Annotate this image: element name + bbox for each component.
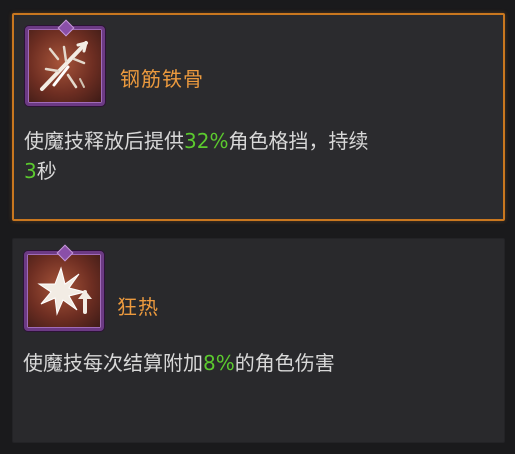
starburst-up-arrow-icon <box>24 244 104 331</box>
skill-name: 狂热 <box>117 295 159 319</box>
desc-value: 32% <box>184 129 229 153</box>
desc-text: 秒 <box>36 159 57 183</box>
skill-name: 钢筋铁骨 <box>120 67 204 91</box>
desc-text: 使魔技释放后提供 <box>24 129 184 153</box>
desc-text: 使魔技每次结算附加 <box>23 351 203 375</box>
skill-card[interactable]: 狂热 使魔技每次结算附加8%的角色伤害 <box>12 238 505 443</box>
skill-description: 使魔技每次结算附加8%的角色伤害 <box>23 348 492 378</box>
crossed-blades-icon <box>25 19 105 106</box>
desc-value: 3 <box>24 159 37 183</box>
skill-description: 使魔技释放后提供32%角色格挡，持续 3秒 <box>24 126 491 186</box>
skill-card-selected[interactable]: 钢筋铁骨 使魔技释放后提供32%角色格挡，持续 3秒 <box>12 13 505 221</box>
desc-text: 角色格挡，持续 <box>228 129 369 153</box>
desc-value: 8% <box>203 351 235 375</box>
desc-text: 的角色伤害 <box>234 351 335 375</box>
